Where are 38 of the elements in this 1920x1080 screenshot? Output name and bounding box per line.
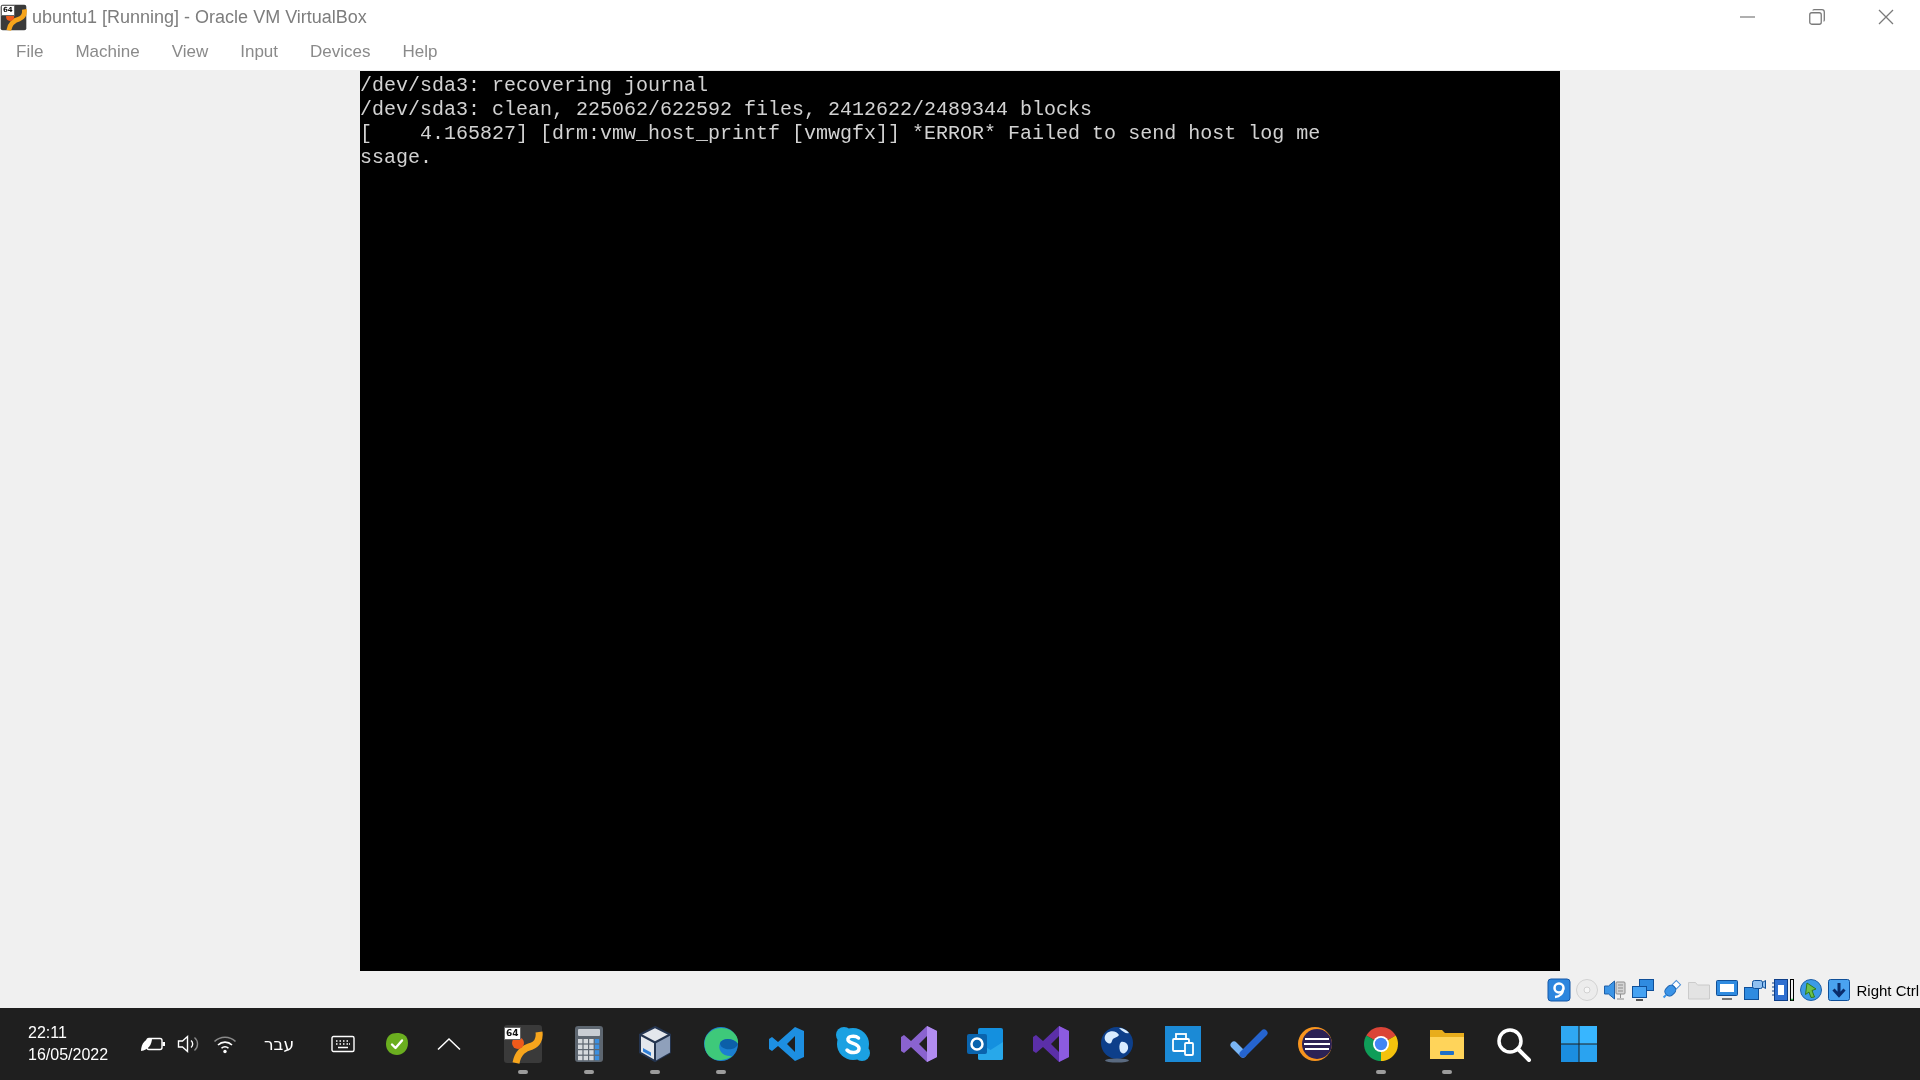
- menu-item[interactable]: Help: [386, 37, 454, 67]
- menu-item[interactable]: Devices: [294, 37, 387, 67]
- chip-icon[interactable]: [1771, 978, 1796, 1002]
- chat-app-icon[interactable]: [833, 1024, 873, 1064]
- volume-icon[interactable]: [177, 1034, 201, 1054]
- ribbon-icon[interactable]: [1031, 1024, 1071, 1064]
- printer-icon[interactable]: [1163, 1024, 1203, 1064]
- clock-date: 16/05/2022: [28, 1045, 109, 1065]
- language-indicator[interactable]: עבר: [263, 1034, 295, 1054]
- chevron-up-icon[interactable]: [436, 1037, 462, 1051]
- start-icon[interactable]: [1559, 1024, 1599, 1064]
- code-editor-icon[interactable]: [767, 1024, 807, 1064]
- speaker-icon[interactable]: [1603, 978, 1628, 1002]
- swirl-icon[interactable]: [701, 1024, 741, 1064]
- menu-item[interactable]: Input: [224, 37, 295, 67]
- keyboard-icon[interactable]: [331, 1035, 355, 1053]
- console-line: ssage.: [360, 146, 432, 170]
- console-line: /dev/sda3: recovering journal: [360, 74, 709, 98]
- console-line: [ 4.165827] [drm:vmw_host_printf [vmwgfx]] *ERROR* Failed to send host log me: [360, 122, 1321, 146]
- restore-icon: [1808, 9, 1825, 25]
- menu-item[interactable]: Machine: [59, 37, 156, 67]
- window-title: ubuntu1 [Running] - Oracle VM VirtualBox: [32, 6, 367, 28]
- close-icon: [1877, 9, 1894, 25]
- icon-badge: 64: [504, 1027, 521, 1040]
- menu-item[interactable]: File: [0, 37, 60, 67]
- wifi-icon[interactable]: [213, 1034, 237, 1054]
- host-key-label: Right Ctrl: [1856, 981, 1919, 999]
- minimize-icon: [1740, 16, 1755, 18]
- clock-time: 22:11: [28, 1023, 67, 1043]
- shield-check-icon[interactable]: [385, 1032, 409, 1056]
- striped-circle-icon[interactable]: [1295, 1024, 1335, 1064]
- menu-item[interactable]: View: [155, 37, 225, 67]
- monitor-icon[interactable]: [1715, 978, 1740, 1002]
- camera-icon[interactable]: [1743, 978, 1768, 1002]
- browser-icon[interactable]: [1361, 1024, 1401, 1064]
- ribbon-icon[interactable]: [899, 1024, 939, 1064]
- console-line: /dev/sda3: clean, 225062/622592 files, 2412622/2489344 blocks: [360, 98, 1093, 122]
- monitors-icon[interactable]: [1631, 978, 1656, 1002]
